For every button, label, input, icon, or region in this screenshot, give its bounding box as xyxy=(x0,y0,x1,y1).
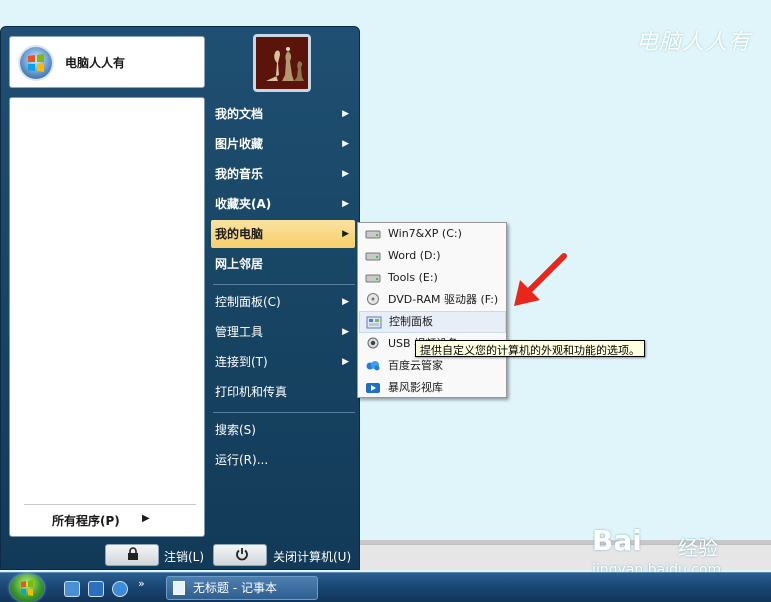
divider xyxy=(213,284,355,285)
notepad-icon xyxy=(173,581,185,595)
hard-drive-icon xyxy=(365,274,381,283)
menu-item-label: 控制面板(C) xyxy=(215,295,281,309)
menu-item-label: 网上邻居 xyxy=(215,257,264,271)
shutdown-button[interactable] xyxy=(213,544,267,566)
control-panel-tooltip: 提供自定义您的计算机的外观和功能的选项。 xyxy=(415,340,645,357)
submenu-arrow-icon: ▶ xyxy=(342,297,349,307)
menu-item-control-panel[interactable]: 控制面板(C) ▶ xyxy=(211,288,355,316)
menu-item-printers-faxes[interactable]: 打印机和传真 xyxy=(211,378,355,406)
menu-item-favorites[interactable]: 收藏夹(A) ▶ xyxy=(211,190,355,218)
submenu-arrow-icon: ▶ xyxy=(342,229,349,239)
submenu-arrow-icon: ▶ xyxy=(342,139,349,149)
baidu-cloud-icon xyxy=(366,361,380,371)
taskbar-button-label: 无标题 - 记事本 xyxy=(193,581,277,595)
menu-item-label: 运行(R)... xyxy=(215,453,269,467)
logoff-label[interactable]: 注销(L) xyxy=(164,548,204,565)
user-header: 电脑人人有 xyxy=(9,36,205,88)
arrow-right-icon: ▶ xyxy=(142,513,150,524)
start-button[interactable] xyxy=(10,574,44,602)
menu-item-run[interactable]: 运行(R)... xyxy=(211,446,355,474)
power-icon xyxy=(235,547,249,565)
my-computer-submenu: Win7&XP (C:) Word (D:) Tools (E:) DVD-RA… xyxy=(357,222,507,398)
windows-logo-icon xyxy=(21,580,33,596)
menu-item-admin-tools[interactable]: 管理工具 ▶ xyxy=(211,318,355,346)
menu-item-label: 管理工具 xyxy=(215,325,264,339)
submenu-item-label: Word (D:) xyxy=(388,249,441,262)
submenu-arrow-icon: ▶ xyxy=(342,199,349,209)
logoff-button[interactable] xyxy=(105,544,159,566)
submenu-item-control-panel[interactable]: 控制面板 xyxy=(359,311,506,333)
divider xyxy=(24,504,196,505)
start-menu: 电脑人人有 所有程序(P) ▶ 我的文档 ▶ 图片收藏 ▶ 我的音乐 ▶ 收藏夹(A)… xyxy=(0,26,360,570)
baidu-sub: 经验 xyxy=(678,536,718,560)
menu-item-my-computer[interactable]: 我的电脑 ▶ xyxy=(211,220,355,248)
quicklaunch-media-icon[interactable] xyxy=(112,581,128,597)
submenu-arrow-icon: ▶ xyxy=(342,327,349,337)
menu-item-search[interactable]: 搜索(S) xyxy=(211,416,355,444)
menu-item-my-documents[interactable]: 我的文档 ▶ xyxy=(211,100,355,128)
lock-icon xyxy=(127,547,139,565)
menu-item-label: 我的文档 xyxy=(215,107,264,121)
all-programs-label: 所有程序(P) xyxy=(52,514,120,528)
dvd-drive-icon xyxy=(367,293,379,305)
all-programs-button[interactable]: 所有程序(P) ▶ xyxy=(52,512,172,530)
menu-item-label: 收藏夹(A) xyxy=(215,197,272,211)
control-panel-icon xyxy=(366,316,382,329)
hard-drive-icon xyxy=(365,230,381,239)
submenu-item-drive-e[interactable]: Tools (E:) xyxy=(359,267,506,289)
submenu-arrow-icon: ▶ xyxy=(342,109,349,119)
red-arrow-icon xyxy=(514,253,567,306)
submenu-item-label: 控制面板 xyxy=(389,315,433,328)
quicklaunch-more-button[interactable]: » xyxy=(138,577,145,590)
menu-item-my-pictures[interactable]: 图片收藏 ▶ xyxy=(211,130,355,158)
submenu-item-label: 百度云管家 xyxy=(388,359,443,372)
menu-item-network-places[interactable]: 网上邻居 xyxy=(211,250,355,278)
user-name: 电脑人人有 xyxy=(65,56,126,70)
submenu-item-drive-d[interactable]: Word (D:) xyxy=(359,245,506,267)
video-library-icon xyxy=(366,383,380,393)
divider xyxy=(213,412,355,413)
submenu-item-label: 暴风影视库 xyxy=(388,381,443,394)
submenu-arrow-icon: ▶ xyxy=(342,169,349,179)
hard-drive-icon xyxy=(365,252,381,261)
taskbar: » 无标题 - 记事本 xyxy=(0,572,771,602)
menu-item-connect-to[interactable]: 连接到(T) ▶ xyxy=(211,348,355,376)
chess-pieces-icon xyxy=(256,37,308,89)
menu-item-label: 我的音乐 xyxy=(215,167,264,181)
watermark-text: 电脑人人有 xyxy=(635,30,751,55)
submenu-item-label: Win7&XP (C:) xyxy=(388,227,462,240)
pinned-programs-pane: 所有程序(P) ▶ xyxy=(9,97,205,537)
quicklaunch-ie-icon[interactable] xyxy=(64,581,80,597)
windows-logo-icon xyxy=(20,47,52,79)
menu-item-label: 打印机和传真 xyxy=(215,385,288,399)
submenu-item-drive-c[interactable]: Win7&XP (C:) xyxy=(359,223,506,245)
quicklaunch-desktop-icon[interactable] xyxy=(88,581,104,597)
submenu-item-drive-f[interactable]: DVD-RAM 驱动器 (F:) xyxy=(359,289,506,311)
baidu-logo: Bai xyxy=(592,524,642,557)
menu-item-label: 图片收藏 xyxy=(215,137,264,151)
menu-item-label: 连接到(T) xyxy=(215,355,268,369)
session-controls: 注销(L) 关闭计算机(U) xyxy=(105,544,355,568)
submenu-item-baidu-cloud[interactable]: 百度云管家 xyxy=(359,355,506,377)
user-avatar[interactable] xyxy=(253,34,311,92)
usb-camera-icon xyxy=(367,337,379,349)
submenu-item-label: Tools (E:) xyxy=(388,271,438,284)
shutdown-label[interactable]: 关闭计算机(U) xyxy=(273,548,351,565)
submenu-item-label: DVD-RAM 驱动器 (F:) xyxy=(388,293,499,306)
menu-item-my-music[interactable]: 我的音乐 ▶ xyxy=(211,160,355,188)
menu-item-label: 我的电脑 xyxy=(215,227,264,241)
submenu-item-video-library[interactable]: 暴风影视库 xyxy=(359,377,506,399)
submenu-arrow-icon: ▶ xyxy=(342,357,349,367)
taskbar-notepad-button[interactable]: 无标题 - 记事本 xyxy=(166,576,318,600)
menu-item-label: 搜索(S) xyxy=(215,423,256,437)
